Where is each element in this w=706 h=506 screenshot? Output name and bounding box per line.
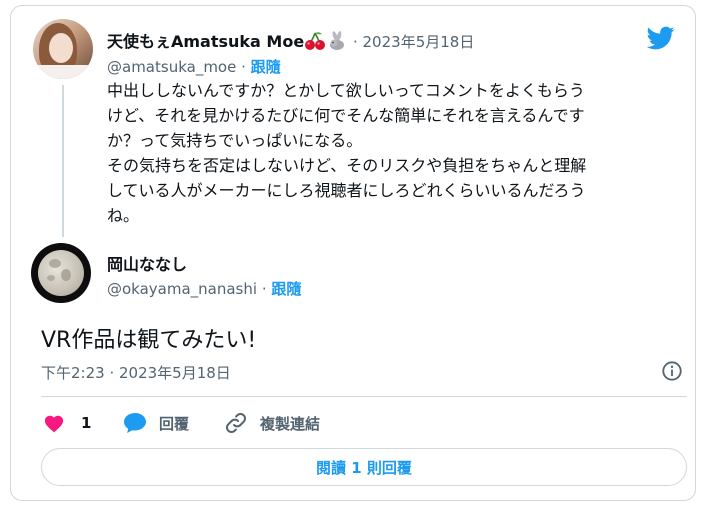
like-count: 1: [81, 414, 92, 432]
chat-bubble-icon: [124, 413, 146, 433]
follow-button[interactable]: 跟隨: [271, 280, 301, 298]
twitter-bird-icon[interactable]: [645, 24, 677, 52]
reply-button[interactable]: 回覆: [123, 409, 189, 437]
quoted-author-row: 天使もぇAmatsuka Moe · 2023年5月18日: [107, 28, 475, 51]
author-display-name[interactable]: 天使もぇAmatsuka Moe: [107, 32, 304, 51]
read-replies-button[interactable]: 閱讀 1 則回覆: [41, 448, 687, 486]
follow-button[interactable]: 跟隨: [251, 58, 281, 76]
info-icon[interactable]: [661, 360, 683, 382]
heart-icon: [44, 415, 64, 433]
tweet-embed-card: 天使もぇAmatsuka Moe · 2023年5月18日 @amatsuka_…: [10, 5, 696, 501]
reply-author-handle[interactable]: @okayama_nanashi: [107, 280, 257, 298]
avatar[interactable]: [31, 243, 91, 303]
divider: [41, 396, 687, 397]
avatar[interactable]: [33, 19, 93, 79]
author-handle[interactable]: @amatsuka_moe: [107, 58, 236, 76]
reply-tweet-text: VR作品は観てみたい!: [41, 328, 257, 353]
quoted-tweet-date[interactable]: 2023年5月18日: [363, 33, 475, 51]
thread-connector-line: [62, 85, 64, 237]
link-icon: [225, 412, 247, 434]
copy-link-button[interactable]: 複製連結: [224, 409, 320, 437]
like-button[interactable]: 1: [43, 409, 91, 437]
quoted-tweet-text: 中出ししないんですか？とかして欲しいってコメントをよくもらう けど、それを見かけ…: [107, 81, 587, 225]
quoted-handle-row: @amatsuka_moe · 跟隨: [107, 58, 281, 76]
reply-timestamp[interactable]: 下午2:23 · 2023年5月18日: [41, 362, 231, 383]
reply-author-name[interactable]: 岡山ななし: [107, 251, 187, 275]
rabbit-emoji-icon: [326, 30, 348, 55]
cherries-emoji-icon: [304, 31, 326, 55]
reply-handle-row: @okayama_nanashi · 跟隨: [107, 280, 302, 298]
